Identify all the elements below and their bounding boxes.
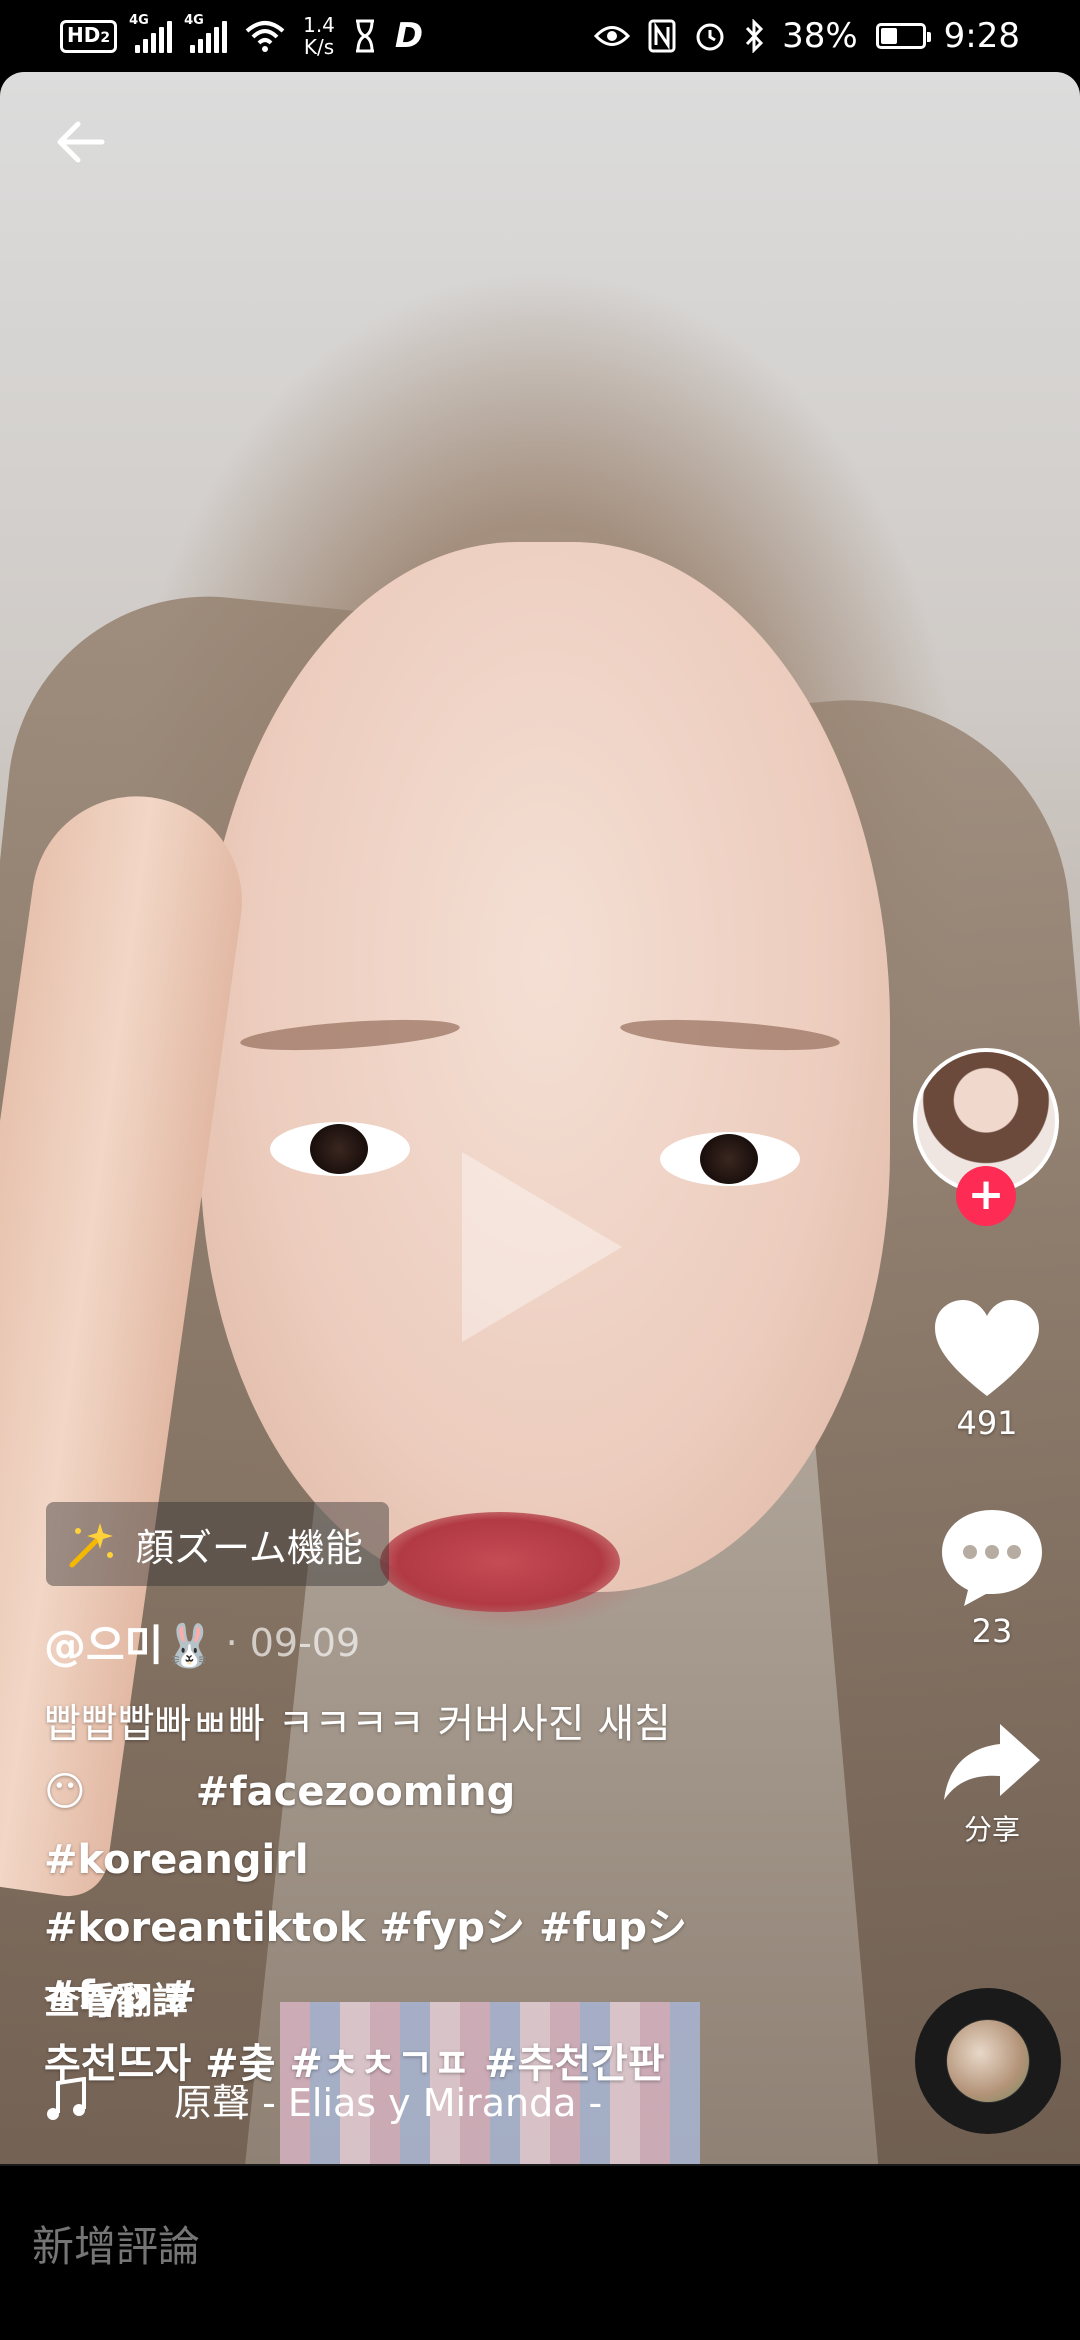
author-handle[interactable]: @으미🐰 bbox=[44, 1612, 216, 1673]
hd-sub-label: 2 bbox=[100, 29, 111, 46]
sound-title: 原聲 - Elias y Miranda - bbox=[174, 2081, 603, 2125]
post-date: · 09-09 bbox=[225, 1620, 361, 1665]
comment-bar bbox=[0, 2164, 1080, 2340]
nfc-icon bbox=[648, 19, 676, 53]
network-speed-unit: K/s bbox=[303, 35, 335, 59]
clock-time: 9:28 bbox=[943, 16, 1020, 56]
battery-percent: 38% bbox=[782, 16, 858, 56]
comment-count: 23 bbox=[971, 1612, 1013, 1650]
music-disc[interactable] bbox=[915, 1988, 1061, 2134]
music-note-icon bbox=[47, 2076, 86, 2120]
effect-label: 顔ズーム機能 bbox=[136, 1525, 363, 1570]
network-speed-value: 1.4 bbox=[303, 13, 335, 37]
share-arrow-icon bbox=[944, 1724, 1040, 1800]
status-right: 38% 9:28 bbox=[594, 16, 1020, 56]
network-speed: 1.4 K/s bbox=[303, 14, 335, 58]
share-label: 分享 bbox=[963, 1813, 1020, 1846]
status-bar: HD2 4G 4G 1.4 K/s D 38% 9:28 bbox=[0, 0, 1080, 72]
like-count: 491 bbox=[956, 1404, 1018, 1442]
video-frame-face bbox=[200, 542, 890, 1592]
author-line: @으미🐰 · 09-09 bbox=[44, 1612, 360, 1673]
sparkle-wand-icon bbox=[69, 1523, 113, 1568]
video-caption: 빱빱빱빠ㅃ빠 ㅋㅋㅋㅋ 커버사진 새침 😶 #facezooming #korea… bbox=[44, 1690, 764, 2098]
effect-chip[interactable]: 顔ズーム機能 bbox=[46, 1502, 389, 1586]
signal-strength-icon-2: 4G bbox=[184, 13, 228, 53]
alarm-icon bbox=[696, 23, 724, 51]
share-button[interactable]: 分享 bbox=[912, 1720, 1072, 1848]
play-icon[interactable] bbox=[462, 1152, 622, 1342]
comment-button[interactable]: 23 bbox=[912, 1506, 1072, 1650]
sound-row[interactable]: 原聲 - Elias y Miranda - bbox=[44, 2072, 602, 2127]
video-frame-lips bbox=[380, 1512, 620, 1612]
like-button[interactable]: 491 bbox=[907, 1296, 1067, 1442]
music-cover-thumbnail bbox=[947, 2020, 1029, 2102]
comment-input[interactable] bbox=[30, 2222, 575, 2272]
back-arrow-icon[interactable] bbox=[50, 112, 110, 172]
see-translation-link[interactable]: 查看翻譯 bbox=[44, 1972, 188, 2024]
network-type-2: 4G bbox=[184, 13, 204, 28]
battery-icon bbox=[875, 23, 931, 49]
eye-comfort-icon bbox=[594, 26, 631, 46]
bluetooth-icon bbox=[745, 19, 764, 53]
caption-line-1: 빱빱빱빠ㅃ빠 ㅋㅋㅋㅋ 커버사진 새침 bbox=[44, 1701, 671, 1747]
comment-bubble-icon bbox=[942, 1510, 1042, 1606]
heart-icon bbox=[935, 1300, 1039, 1396]
signal-strength-icon-1: 4G bbox=[129, 13, 173, 53]
caption-line-2[interactable]: #facezooming #koreangirl bbox=[44, 1769, 515, 1883]
follow-button[interactable]: + bbox=[956, 1166, 1016, 1226]
app-notification-icon: D bbox=[394, 16, 424, 56]
hd-voice-icon: HD2 bbox=[60, 19, 118, 53]
caption-emoji: 😶 bbox=[44, 1769, 86, 1815]
status-left: HD2 4G 4G 1.4 K/s D bbox=[60, 13, 424, 58]
hd-label: HD bbox=[67, 22, 101, 47]
network-type-1: 4G bbox=[129, 13, 149, 28]
hourglass-icon bbox=[355, 19, 374, 53]
wifi-icon bbox=[245, 21, 285, 52]
